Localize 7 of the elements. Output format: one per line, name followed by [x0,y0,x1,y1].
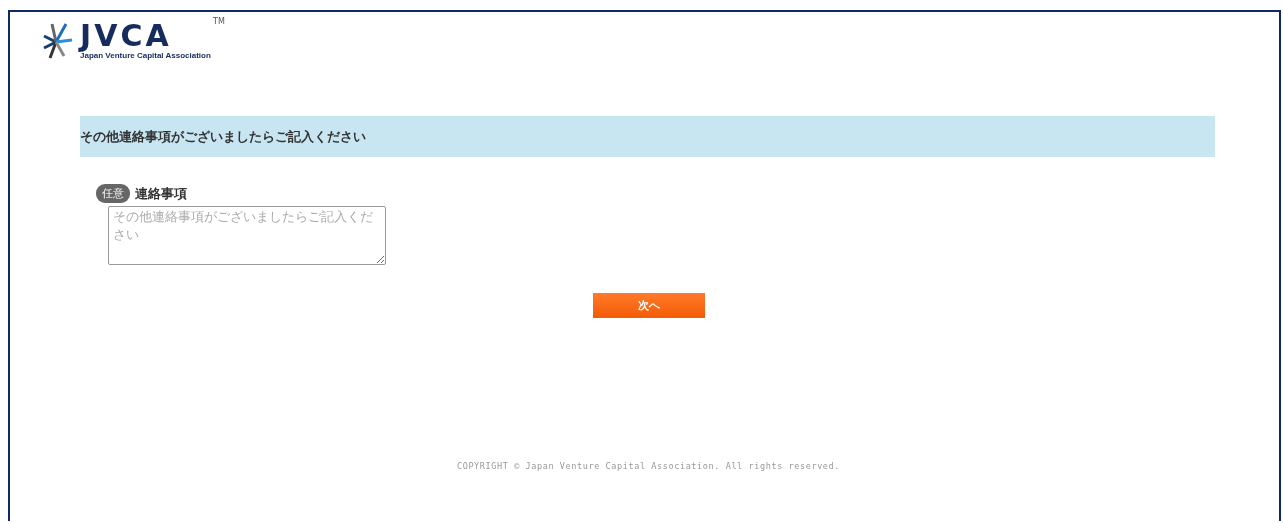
next-button[interactable]: 次へ [592,293,705,318]
notes-field[interactable]: その他連絡事項がございましたらご記入ください [108,206,386,265]
copyright-text: COPYRIGHT © Japan Venture Capital Association. All rights reserved. [456,461,841,471]
trademark-sign: TM [213,16,225,26]
field-label: 連絡事項 [135,184,187,203]
optional-badge: 任意 [96,184,130,203]
section-title: その他連絡事項がございましたらご記入ください [80,129,366,144]
